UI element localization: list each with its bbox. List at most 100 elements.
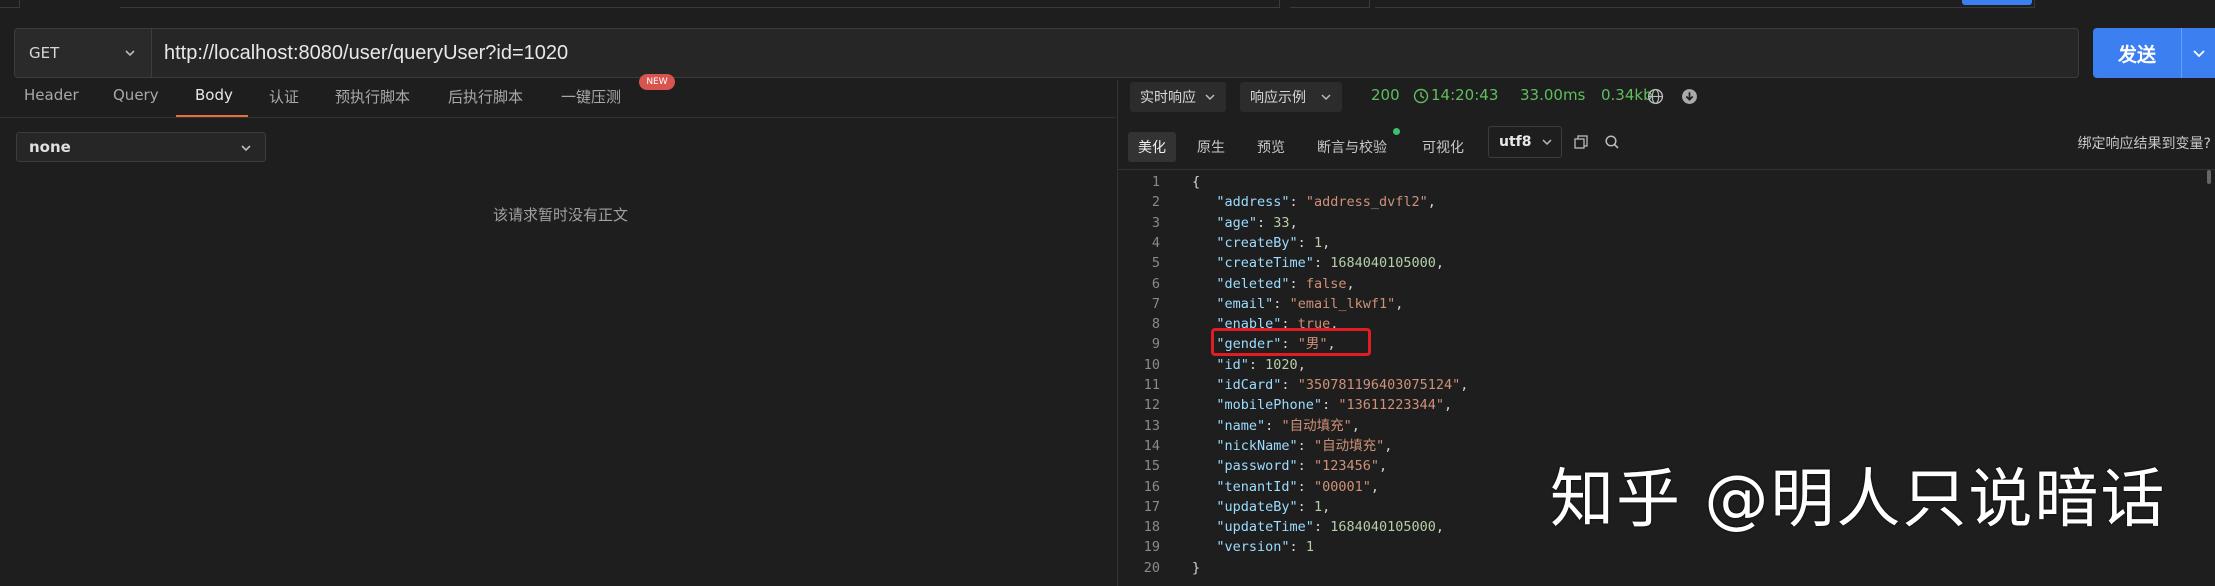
json-key: "name" [1216,417,1266,434]
url-input[interactable]: http://localhost:8080/user/queryUser?id=… [152,28,2079,78]
json-colon: : [1257,214,1274,231]
response-mode-label: 实时响应 [1140,90,1196,106]
chevron-down-icon [241,145,251,152]
tab-strip-segment [0,0,20,8]
json-comma: , [1322,234,1331,251]
line-number: 20 [1143,559,1160,576]
clock-icon [1413,88,1429,104]
json-brace: { [1192,174,1201,190]
json-key: "password" [1216,458,1298,475]
request-tabs: Header Query Body 认证 预执行脚本 后执行脚本 一键压测 [0,80,1115,118]
code-line: 19 "version": 1 [1118,537,2208,557]
json-key: "version" [1216,539,1290,556]
response-example-select[interactable]: 响应示例 [1240,82,1342,112]
json-colon: : [1289,194,1306,211]
tab-pretty[interactable]: 美化 [1128,132,1176,162]
globe-icon[interactable] [1647,88,1664,105]
json-comma: , [1435,255,1445,272]
tab-raw[interactable]: 原生 [1187,132,1235,162]
json-value: 1 [1313,498,1323,515]
method-value: GET [29,44,60,62]
tab-strip-segment [120,0,1280,8]
line-number: 8 [1151,316,1160,333]
tab-visualize[interactable]: 可视化 [1412,132,1474,162]
code-line: 5 "createTime": 1684040105000, [1118,253,2208,273]
body-type-value: none [29,138,71,156]
response-mode-select[interactable]: 实时响应 [1130,82,1226,112]
json-key: "idCard" [1216,377,1282,393]
line-number: 1 [1151,174,1160,190]
json-key: "id" [1216,356,1249,373]
line-number: 4 [1151,234,1160,251]
json-comma: , [1322,498,1331,515]
line-number: 19 [1143,539,1160,556]
send-button[interactable]: 发送 [2093,28,2181,78]
json-colon: : [1248,356,1266,373]
json-key: "mobilePhone" [1216,397,1323,414]
encoding-select[interactable]: utf8 [1488,126,1562,158]
bind-response-link[interactable]: 绑定响应结果到变量? [2078,133,2211,153]
copy-icon[interactable] [1573,134,1589,150]
tab-auth[interactable]: 认证 [269,86,299,107]
json-comma: , [1427,194,1436,211]
line-number: 18 [1143,519,1160,536]
json-comma: , [1297,356,1306,373]
tab-pre-script[interactable]: 预执行脚本 [335,86,410,107]
tab-query[interactable]: Query [113,86,159,104]
json-colon: : [1273,295,1290,312]
json-value: 1 [1313,234,1323,251]
json-colon: : [1297,234,1314,251]
tab-body[interactable]: Body [195,86,233,104]
tab-load-test[interactable]: 一键压测 [561,86,621,107]
top-action-button[interactable] [1962,0,2032,5]
json-colon: : [1281,377,1298,393]
body-type-select[interactable]: none [16,132,266,162]
json-key: "email" [1216,295,1274,312]
watermark: 知乎 @明人只说暗话 [1550,463,2167,537]
line-number: 3 [1151,214,1160,231]
search-icon[interactable] [1604,134,1620,150]
tab-assertions[interactable]: 断言与校验 [1307,132,1397,162]
top-strip [0,0,2215,22]
json-colon: : [1313,255,1331,272]
response-time: 14:20:43 [1431,86,1499,104]
json-key: "age" [1216,214,1258,231]
status-dot [1393,128,1400,135]
json-value: 1684040105000 [1330,255,1436,272]
request-url-bar: GET http://localhost:8080/user/queryUser… [14,28,2079,78]
json-value: "自动填充" [1313,437,1385,454]
code-line: 13 "name": "自动填充", [1118,416,2208,436]
tab-header[interactable]: Header [24,86,79,104]
json-value: "350781196403075124" [1297,377,1461,393]
code-line: 20} [1118,558,2208,578]
json-colon: : [1322,397,1339,414]
json-key: "createTime" [1216,255,1314,272]
active-tab-indicator [176,115,248,117]
send-options-button[interactable] [2181,28,2215,78]
download-icon[interactable] [1681,88,1698,105]
chevron-down-icon [1321,94,1331,101]
json-value: 1 [1305,539,1314,556]
code-line: 7 "email": "email_lkwf1", [1118,294,2208,314]
method-select[interactable]: GET [14,28,152,78]
json-colon: : [1289,275,1306,292]
tab-post-script[interactable]: 后执行脚本 [448,86,523,107]
tab-strip-segment [1290,0,1370,8]
json-comma: , [1378,458,1388,475]
line-number: 17 [1143,498,1160,515]
tab-preview[interactable]: 预览 [1247,132,1295,162]
json-colon: : [1297,498,1314,515]
json-key: "updateTime" [1216,519,1314,536]
line-number: 14 [1143,437,1160,454]
json-value: "00001" [1313,478,1371,495]
json-key: "address" [1216,194,1290,211]
scrollbar[interactable] [2207,170,2211,184]
chevron-down-icon [125,50,135,57]
